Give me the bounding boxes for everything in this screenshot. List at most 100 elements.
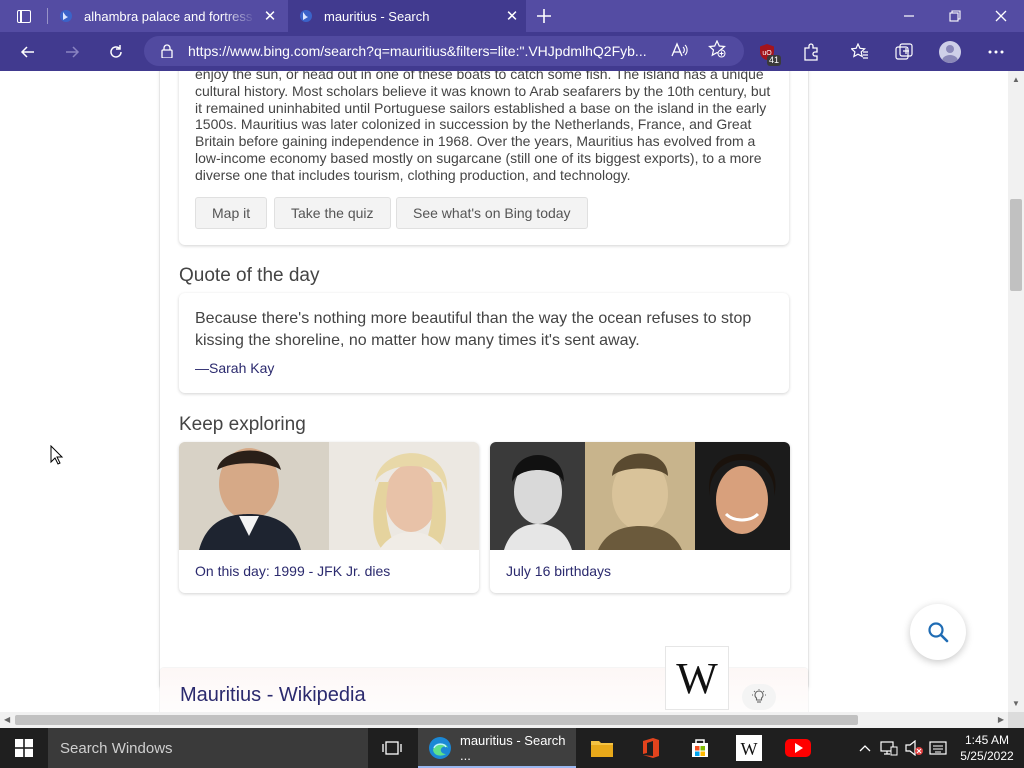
page-viewport: enjoy the sun, or head out in one of the…: [0, 71, 1008, 712]
forward-button[interactable]: [56, 36, 88, 68]
jfk-photo[interactable]: [179, 442, 479, 550]
address-bar[interactable]: https://www.bing.com/search?q=mauritius&…: [144, 36, 744, 66]
collections-button[interactable]: [888, 36, 920, 68]
clock-date: 5/25/2022: [960, 749, 1014, 763]
vertical-scroll-thumb[interactable]: [1010, 199, 1022, 291]
favorites-button[interactable]: [844, 36, 876, 68]
restore-button[interactable]: [932, 0, 978, 32]
bing-today-button[interactable]: See what's on Bing today: [396, 197, 588, 229]
task-view-icon: [382, 741, 402, 755]
scroll-up-arrow-icon[interactable]: ▲: [1012, 75, 1020, 84]
floating-search-button[interactable]: [910, 604, 966, 660]
horizontal-scroll-thumb[interactable]: [15, 715, 858, 725]
tab-close-icon[interactable]: ✕: [256, 2, 284, 30]
settings-menu-button[interactable]: [980, 36, 1012, 68]
windows-taskbar: Search Windows mauritius - Search ... W …: [0, 728, 1024, 768]
url-text[interactable]: https://www.bing.com/search?q=mauritius&…: [188, 43, 652, 59]
youtube-app-button[interactable]: [774, 728, 822, 768]
lock-icon[interactable]: [160, 44, 174, 59]
keyboard-icon: [929, 741, 947, 755]
svg-text:W: W: [741, 739, 758, 759]
ublock-extension-button[interactable]: uO 41: [751, 36, 783, 68]
file-explorer-button[interactable]: [578, 728, 626, 768]
tab-title: alhambra palace and fortress sp: [84, 8, 256, 24]
tab-actions-icon: [17, 9, 31, 23]
scrollbar-corner: [1008, 712, 1024, 728]
collections-icon: [895, 43, 913, 60]
explore-label-jfk[interactable]: On this day: 1999 - JFK Jr. dies: [195, 563, 390, 579]
chevron-up-icon: [859, 745, 871, 752]
taskbar-clock[interactable]: 1:45 AM 5/25/2022: [954, 732, 1020, 764]
scroll-left-arrow-icon[interactable]: ◀: [4, 715, 10, 724]
take-quiz-button[interactable]: Take the quiz: [274, 197, 391, 229]
network-icon: [880, 741, 898, 756]
wikipedia-result-title[interactable]: Mauritius - Wikipedia: [180, 684, 366, 707]
office-button[interactable]: [627, 728, 675, 768]
close-icon: [995, 10, 1007, 22]
task-view-button[interactable]: [368, 728, 416, 768]
refresh-icon: [110, 45, 122, 58]
tab-mauritius[interactable]: mauritius - Search ✕: [288, 0, 526, 32]
add-favorite-icon[interactable]: [708, 39, 726, 63]
more-dots-icon: [988, 50, 1004, 54]
new-tab-button[interactable]: [530, 2, 558, 30]
explore-card-birthdays[interactable]: July 16 birthdays: [490, 442, 790, 593]
folder-icon: [591, 741, 613, 757]
avatar: [939, 41, 961, 63]
explore-card-jfk[interactable]: On this day: 1999 - JFK Jr. dies: [179, 442, 479, 593]
refresh-button[interactable]: [100, 36, 132, 68]
quote-heading: Quote of the day: [179, 265, 320, 286]
extension-badge: 41: [766, 55, 781, 66]
explore-label-birthdays[interactable]: July 16 birthdays: [506, 563, 611, 579]
microsoft-store-button[interactable]: [676, 728, 724, 768]
store-icon: [692, 739, 708, 757]
quote-author-link[interactable]: —Sarah Kay: [195, 360, 274, 376]
arrow-right-icon: [66, 46, 80, 58]
description-text: enjoy the sun, or head out in one of the…: [195, 71, 771, 183]
plus-icon: [537, 9, 551, 23]
windows-logo-icon: [15, 739, 33, 757]
wikipedia-icon: W: [736, 735, 762, 761]
read-aloud-icon[interactable]: [670, 42, 688, 62]
scroll-right-arrow-icon[interactable]: ▶: [998, 715, 1004, 724]
clock-time: 1:45 AM: [964, 733, 1010, 747]
taskbar-search-input[interactable]: Search Windows: [48, 728, 368, 768]
tab-close-icon[interactable]: ✕: [498, 2, 526, 30]
close-window-button[interactable]: [978, 0, 1024, 32]
tab-alhambra[interactable]: alhambra palace and fortress sp ✕: [48, 0, 284, 32]
tab-actions-button[interactable]: [8, 4, 40, 28]
scroll-down-arrow-icon[interactable]: ▼: [1012, 699, 1020, 708]
search-icon: [928, 622, 949, 643]
horizontal-scrollbar[interactable]: ◀ ▶: [0, 712, 1008, 728]
tab-strip: alhambra palace and fortress sp ✕ maurit…: [0, 0, 1024, 32]
taskbar-edge-label: mauritius - Search ...: [460, 733, 566, 763]
map-it-button[interactable]: Map it: [195, 197, 268, 229]
notification-button[interactable]: [928, 728, 948, 768]
edge-logo-icon: [428, 736, 452, 760]
minimize-button[interactable]: [886, 0, 932, 32]
explore-heading: Keep exploring: [179, 414, 306, 435]
minimize-icon: [904, 15, 914, 17]
arrow-left-icon: [20, 46, 34, 58]
favorites-star-icon: [851, 43, 868, 59]
start-button[interactable]: [0, 728, 48, 768]
bing-favicon-icon: [298, 8, 314, 24]
restore-icon: [949, 10, 961, 22]
extensions-button[interactable]: [795, 36, 827, 68]
tab-title: mauritius - Search: [324, 8, 430, 24]
back-button[interactable]: [12, 36, 44, 68]
speaker-muted-icon: [905, 740, 923, 756]
network-button[interactable]: [878, 728, 900, 768]
birthdays-photo[interactable]: [490, 442, 790, 550]
taskbar-edge-app[interactable]: mauritius - Search ...: [418, 728, 576, 768]
profile-button[interactable]: [934, 36, 966, 68]
wikipedia-logo-icon[interactable]: W: [665, 646, 729, 710]
volume-button[interactable]: [902, 728, 926, 768]
lightbulb-icon: [752, 689, 766, 703]
wikipedia-app-button[interactable]: W: [725, 728, 773, 768]
vertical-scrollbar[interactable]: ▲ ▼: [1008, 71, 1024, 712]
mouse-cursor-icon: [50, 444, 64, 470]
lightbulb-button[interactable]: [742, 684, 776, 710]
puzzle-icon: [804, 43, 818, 61]
show-hidden-icons-button[interactable]: [856, 728, 874, 768]
